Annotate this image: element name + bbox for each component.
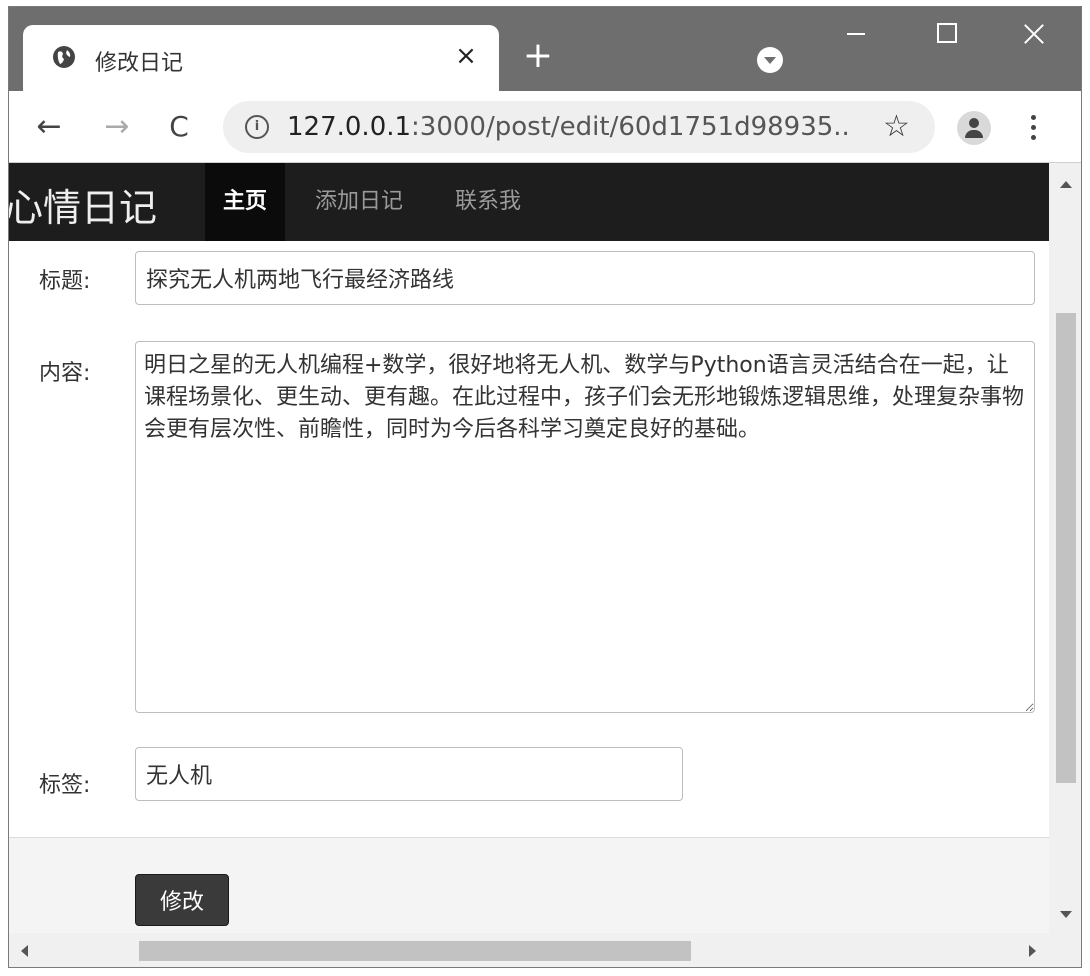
tab-title: 修改日记 <box>95 51 184 76</box>
globe-icon <box>53 46 75 68</box>
url-host: 127.0.0.1 <box>287 112 412 142</box>
nav-item-home[interactable]: 主页 <box>205 163 286 241</box>
page-viewport: 心情日记 主页 添加日记 联系我 标题: 内容: 明日之星的无人机编程+数学，很… <box>9 163 1049 933</box>
submit-edit-button[interactable]: 修改 <box>135 874 229 926</box>
back-button[interactable]: ← <box>31 109 67 145</box>
horizontal-scrollbar[interactable] <box>9 933 1049 967</box>
more-menu-icon[interactable] <box>1023 111 1043 145</box>
vertical-scroll-thumb[interactable] <box>1056 313 1076 783</box>
url-path: :3000/post/edit/60d1751d98935... <box>411 112 847 142</box>
site-brand[interactable]: 心情日记 <box>9 177 157 232</box>
title-input[interactable] <box>135 251 1035 305</box>
scroll-up-arrow-icon[interactable] <box>1060 181 1072 188</box>
reload-button[interactable]: C <box>161 109 197 145</box>
tab-search-dropdown-icon[interactable] <box>757 47 783 73</box>
maximize-button[interactable] <box>909 7 979 61</box>
bookmark-star-icon[interactable]: ☆ <box>883 109 910 144</box>
address-bar[interactable]: i 127.0.0.1:3000/post/edit/60d1751d98935… <box>223 101 935 153</box>
site-navbar: 心情日记 主页 添加日记 联系我 <box>9 163 1049 241</box>
close-window-button[interactable] <box>999 7 1069 61</box>
browser-tab[interactable]: 修改日记 × <box>23 25 499 91</box>
tags-input[interactable] <box>135 747 683 801</box>
horizontal-scroll-thumb[interactable] <box>139 941 691 961</box>
browser-toolbar: ← → C i 127.0.0.1:3000/post/edit/60d1751… <box>9 91 1081 163</box>
browser-window: 修改日记 × + ← → C i 127.0.0.1:3000/post/edi… <box>8 6 1082 968</box>
profile-avatar[interactable] <box>957 111 991 145</box>
content-textarea[interactable]: 明日之星的无人机编程+数学，很好地将无人机、数学与Python语言灵活结合在一起… <box>135 341 1035 713</box>
title-label: 标题: <box>39 269 91 294</box>
vertical-scrollbar[interactable] <box>1049 163 1081 933</box>
tags-label: 标签: <box>39 773 91 798</box>
scroll-right-arrow-icon[interactable] <box>1029 945 1036 957</box>
minimize-button[interactable] <box>817 7 887 61</box>
form-footer: 修改 <box>9 837 1049 933</box>
site-info-icon[interactable]: i <box>245 115 269 139</box>
new-tab-button[interactable]: + <box>521 38 555 74</box>
url-text[interactable]: 127.0.0.1:3000/post/edit/60d1751d98935..… <box>287 112 847 142</box>
scroll-left-arrow-icon[interactable] <box>21 945 28 957</box>
forward-button[interactable]: → <box>99 109 135 145</box>
tab-strip: 修改日记 × + <box>9 7 1081 91</box>
nav-item-add-diary[interactable]: 添加日记 <box>297 163 421 241</box>
scrollbar-corner <box>1049 933 1081 967</box>
content-label: 内容: <box>39 361 91 386</box>
scroll-down-arrow-icon[interactable] <box>1060 911 1072 918</box>
nav-item-contact[interactable]: 联系我 <box>437 163 539 241</box>
close-tab-icon[interactable]: × <box>451 41 481 71</box>
